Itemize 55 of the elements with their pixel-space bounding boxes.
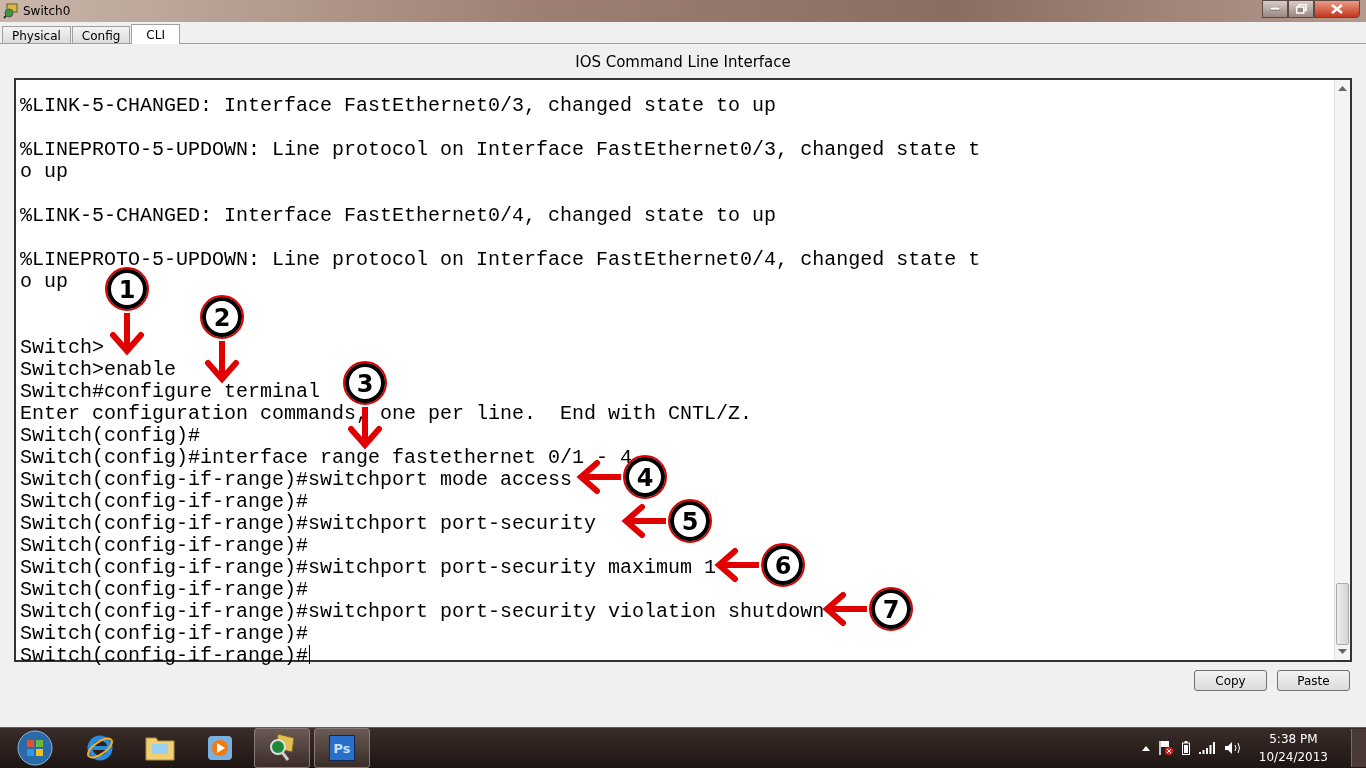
terminal-line: o up: [20, 161, 68, 183]
numbered-callout: 2: [200, 295, 244, 384]
numbered-callout: 7: [822, 587, 913, 631]
tab[interactable]: Config: [71, 26, 131, 43]
numbered-callout: 5: [621, 499, 712, 543]
browser-icon[interactable]: [85, 733, 115, 763]
numbered-callout: 6: [714, 543, 805, 587]
terminal-line: %LINK-5-CHANGED: Interface FastEthernet0/4, changed state to up: [20, 205, 777, 227]
restore-button[interactable]: [1288, 0, 1314, 18]
start-icon[interactable]: [17, 730, 53, 766]
battery-icon[interactable]: [1181, 741, 1190, 755]
terminal-line: Switch(config-if-range)#: [20, 535, 309, 557]
panel-title: IOS Command Line Interface: [574, 53, 792, 71]
signal-icon[interactable]: [1198, 742, 1215, 754]
terminal-line: o up: [20, 271, 68, 293]
scroll-down-icon[interactable]: [1338, 649, 1347, 655]
terminal-line: Switch(config-if-range)#: [20, 623, 309, 645]
terminal-line: Switch(config-if-range)#switchport port-security: [20, 513, 597, 535]
clock-time[interactable]: 5:38 PM: [1269, 730, 1318, 748]
scroll-thumb[interactable]: [1336, 583, 1349, 645]
action-button[interactable]: Paste: [1277, 670, 1350, 691]
terminal-line: Switch>enable: [20, 359, 177, 381]
clock-date[interactable]: 10/24/2013: [1258, 748, 1328, 766]
minimize-icon: [1270, 7, 1280, 11]
volume-icon[interactable]: [1223, 741, 1242, 755]
media-player-icon[interactable]: [206, 734, 234, 762]
close-button[interactable]: [1314, 0, 1360, 18]
tab[interactable]: CLI: [131, 24, 180, 44]
terminal-line: %LINK-5-CHANGED: Interface FastEthernet0/3, changed state to up: [20, 95, 777, 117]
app-icon: [3, 3, 19, 19]
restore-icon: [1295, 4, 1307, 14]
close-icon: [1331, 4, 1343, 14]
text-cursor: [309, 645, 311, 664]
terminal-line: Switch(config)#: [20, 425, 201, 447]
terminal-line: Switch(config-if-range)#switchport mode access: [20, 469, 573, 491]
terminal-line: Switch(config-if-range)#switchport port-security violation shutdown: [20, 601, 825, 623]
terminal-line: Enter configuration commands, one per line. End with CNTL/Z.: [20, 403, 753, 425]
terminal-line: Switch>: [20, 337, 104, 359]
terminal-line: Switch(config)#interface range fastethernet 0/1 - 4: [20, 447, 633, 469]
folder-icon[interactable]: [144, 734, 176, 762]
terminal-line: %LINEPROTO-5-UPDOWN: Line protocol on Interface FastEthernet0/3, changed state t: [20, 139, 981, 161]
show-hidden-icon[interactable]: [1141, 745, 1150, 751]
terminal-line: Switch(config-if-range)#: [20, 579, 309, 601]
flag-error-icon[interactable]: [1158, 740, 1173, 756]
photoshop-icon[interactable]: Ps: [329, 735, 355, 761]
scroll-up-icon[interactable]: [1338, 85, 1347, 91]
tab[interactable]: Physical: [2, 26, 71, 43]
action-button[interactable]: Copy: [1194, 670, 1267, 691]
minimize-button[interactable]: [1262, 0, 1288, 18]
terminal-line: Switch(config-if-range)#: [20, 491, 309, 513]
terminal-line: Switch(config-if-range)#switchport port-security maximum 1: [20, 557, 717, 579]
terminal-line: Switch#configure terminal: [20, 381, 321, 403]
numbered-callout: 1: [105, 267, 149, 356]
scrollbar[interactable]: [1334, 80, 1350, 660]
window-title: Switch0: [23, 4, 71, 18]
